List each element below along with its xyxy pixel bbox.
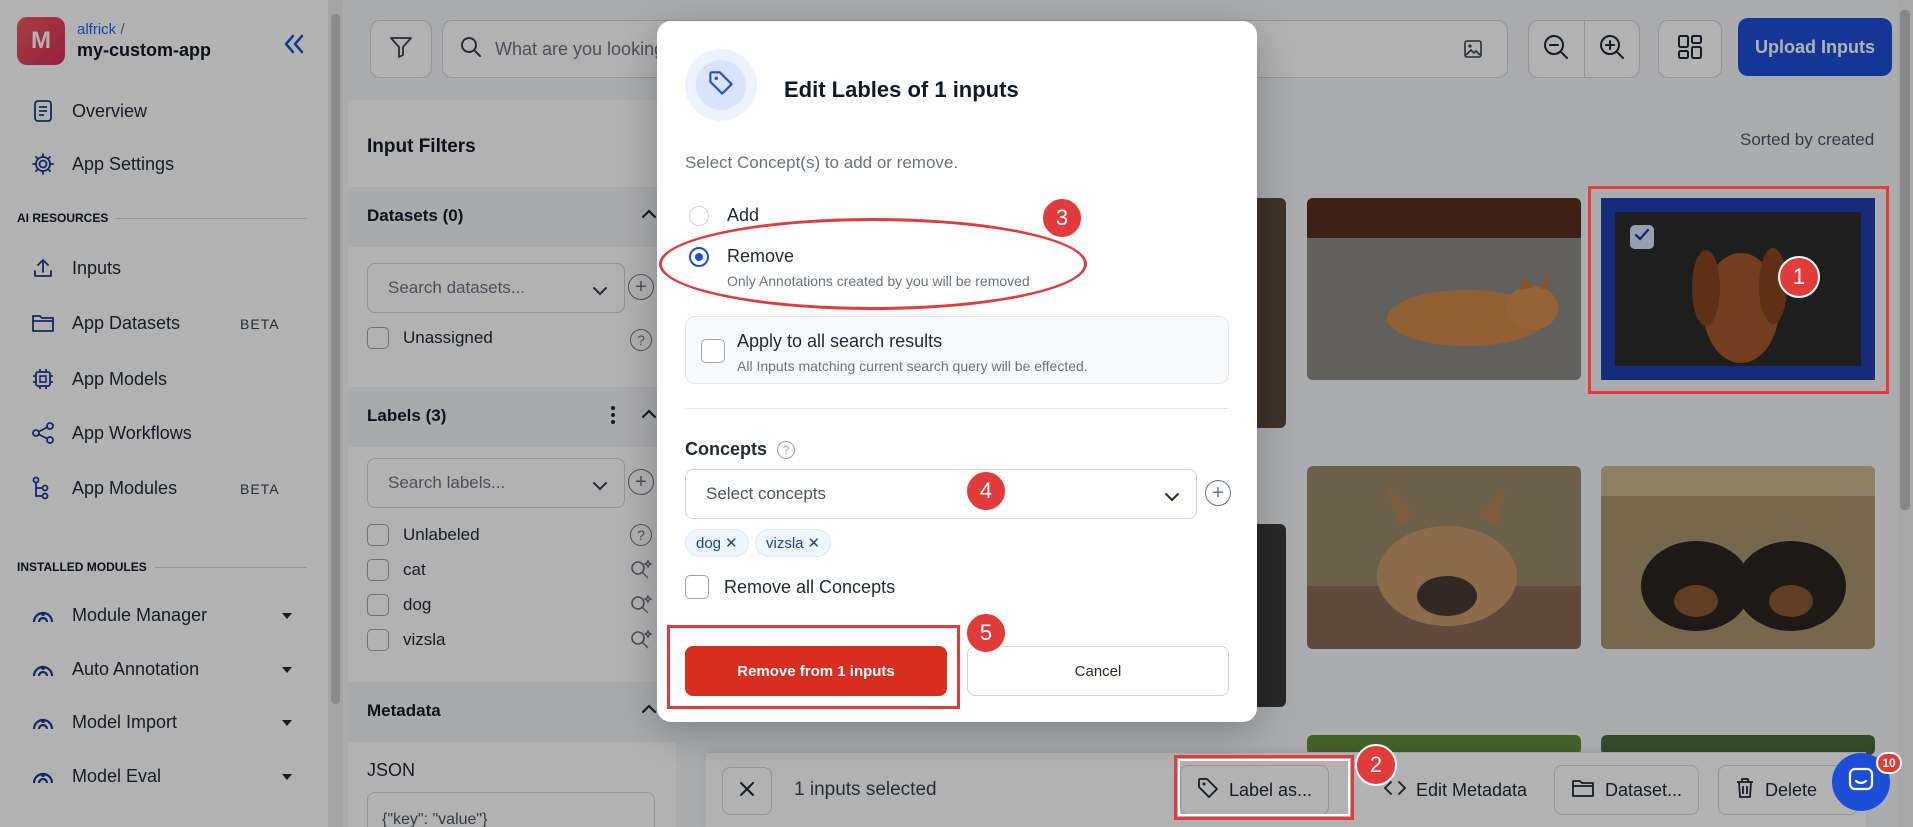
modal-icon-wrap — [685, 49, 757, 121]
remove-tag-icon[interactable]: ✕ — [808, 534, 821, 552]
add-concept-icon[interactable]: + — [1205, 480, 1231, 506]
modal-subtitle: Select Concept(s) to add or remove. — [685, 153, 959, 172]
highlight-selected-input — [1588, 186, 1889, 394]
tag-label: dog — [696, 534, 722, 552]
concepts-select[interactable]: Select concepts — [685, 469, 1197, 519]
cancel-button[interactable]: Cancel — [967, 646, 1229, 696]
remove-all-label: Remove all Concepts — [724, 576, 896, 597]
remove-tag-icon[interactable]: ✕ — [725, 534, 738, 552]
step-marker-5: 5 — [965, 612, 1007, 654]
remove-all-concepts-option[interactable]: Remove all Concepts — [685, 575, 895, 599]
step-marker-1: 1 — [1778, 256, 1820, 298]
step-marker-3: 3 — [1041, 197, 1083, 239]
apply-to-all-option[interactable]: Apply to all search results All Inputs m… — [685, 316, 1229, 384]
divider — [685, 408, 1229, 409]
edit-labels-modal: Edit Lables of 1 inputs Select Concept(s… — [657, 21, 1257, 722]
checkbox[interactable] — [685, 575, 709, 599]
help-icon[interactable]: ? — [777, 440, 796, 459]
chat-icon — [1847, 766, 1875, 799]
tag-label: vizsla — [766, 534, 804, 552]
checkbox[interactable] — [701, 339, 725, 363]
concept-tag: dog ✕ — [685, 529, 749, 557]
apply-label: Apply to all search results — [737, 331, 943, 351]
radio-add[interactable]: Add — [689, 205, 759, 226]
highlight-label-as — [1174, 755, 1354, 820]
concepts-placeholder: Select concepts — [706, 484, 827, 503]
highlight-remove-button — [667, 625, 960, 709]
concepts-label: Concepts ? — [685, 439, 796, 460]
radio-button[interactable] — [689, 206, 709, 226]
step-marker-2: 2 — [1355, 744, 1397, 786]
concepts-label-text: Concepts — [685, 439, 768, 459]
concept-tag: vizsla ✕ — [755, 529, 832, 557]
step-marker-4: 4 — [965, 470, 1007, 512]
modal-title: Edit Lables of 1 inputs — [784, 77, 1019, 102]
tag-icon — [708, 70, 734, 101]
chevron-down-icon — [1164, 488, 1180, 508]
radio-label: Add — [727, 205, 760, 225]
highlight-remove-option — [659, 218, 1087, 310]
chat-unread-badge: 10 — [1876, 752, 1902, 774]
apply-hint: All Inputs matching current search query… — [737, 358, 1088, 374]
